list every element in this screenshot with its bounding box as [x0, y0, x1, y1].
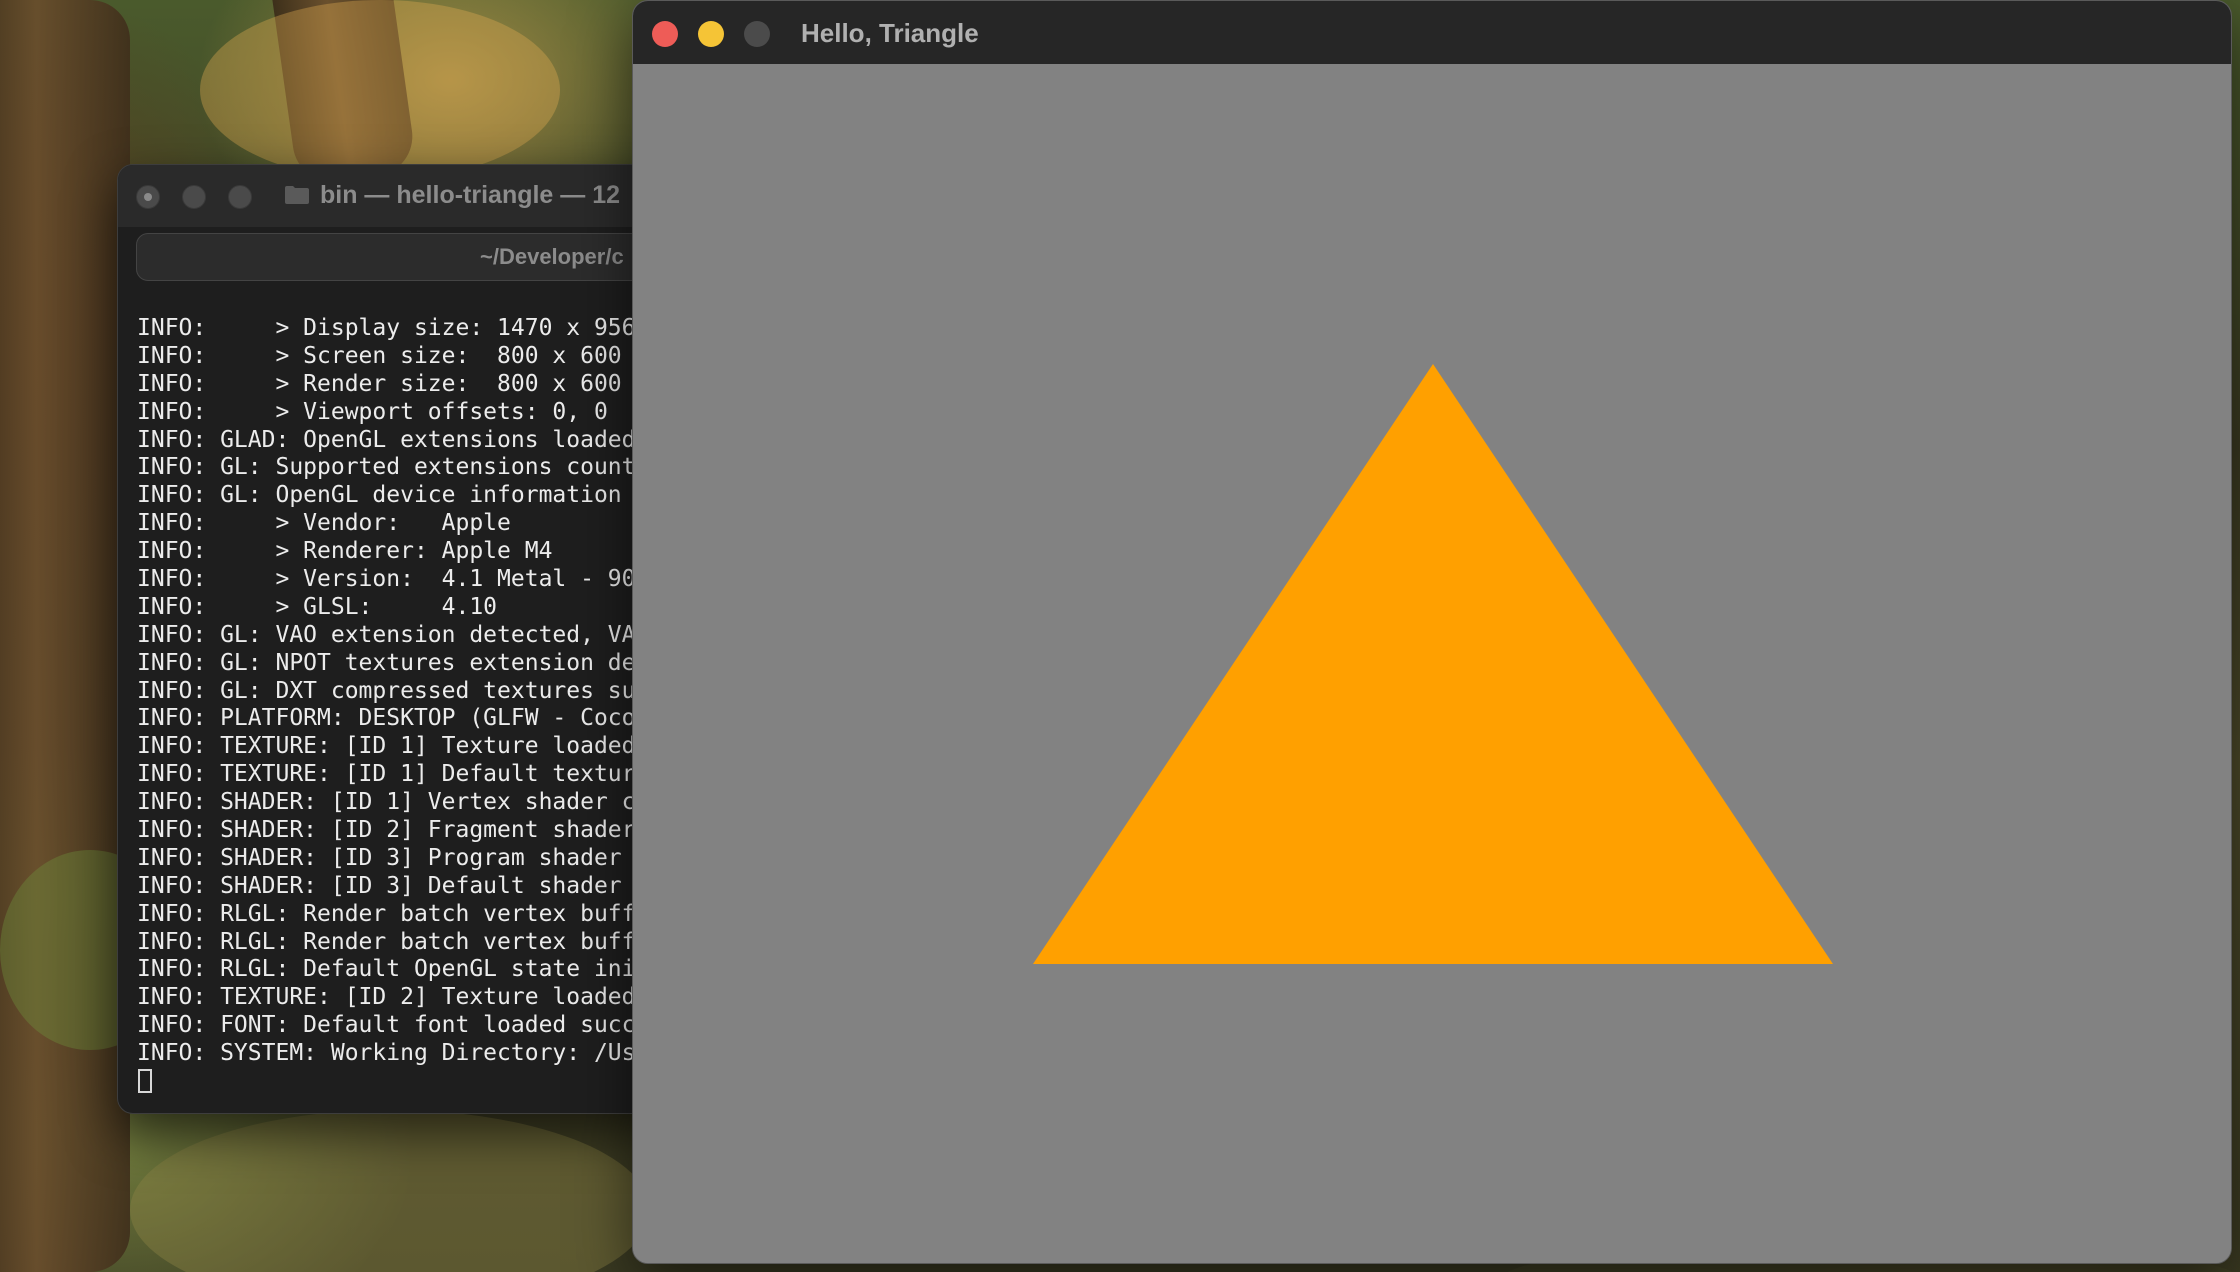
- terminal-log-line: INFO: > Vendor: Apple: [137, 510, 511, 537]
- gl-window-minimize-button[interactable]: [698, 21, 724, 47]
- gl-window-title: Hello, Triangle: [801, 18, 979, 48]
- terminal-title: bin — hello-triangle — 12: [320, 181, 621, 209]
- terminal-log-line: INFO: > Render size: 800 x 600: [137, 370, 622, 397]
- terminal-log-line: INFO: SHADER: [ID 1] Vertex shader c: [137, 789, 636, 816]
- hello-triangle-window[interactable]: Hello, Triangle: [632, 0, 2232, 1264]
- gl-window-titlebar[interactable]: Hello, Triangle: [633, 1, 2231, 64]
- wallpaper-tree-trunk: [0, 0, 130, 1272]
- terminal-cursor: [138, 1069, 152, 1093]
- terminal-log-line: INFO: > Screen size: 800 x 600: [137, 342, 622, 369]
- terminal-zoom-button[interactable]: [228, 185, 252, 209]
- terminal-path-text: ~/Developer/c: [480, 244, 624, 269]
- gl-window-close-button[interactable]: [652, 21, 678, 47]
- orange-triangle: [1033, 364, 1833, 964]
- terminal-titlebar[interactable]: bin — hello-triangle — 12: [118, 165, 678, 227]
- terminal-log-line: INFO: GL: DXT compressed textures su: [137, 677, 636, 704]
- terminal-log-line: INFO: GL: NPOT textures extension de: [137, 649, 636, 676]
- triangle-render: [1033, 364, 1833, 964]
- folder-icon: [285, 186, 309, 204]
- terminal-log-line: INFO: TEXTURE: [ID 1] Default textur: [137, 761, 636, 788]
- wallpaper-sunlit-foliage: [200, 0, 560, 180]
- terminal-log-line: INFO: RLGL: Render batch vertex buff: [137, 928, 636, 955]
- terminal-path-bar[interactable]: ~/Developer/c: [136, 233, 678, 281]
- terminal-log-line: INFO: GL: OpenGL device information: [137, 482, 622, 509]
- terminal-log-line: INFO: PLATFORM: DESKTOP (GLFW - Coco: [137, 705, 636, 732]
- terminal-log-line: INFO: > Renderer: Apple M4: [137, 538, 553, 565]
- terminal-log-line: INFO: GL: VAO extension detected, VA: [137, 621, 636, 648]
- gl-render-canvas[interactable]: [633, 64, 2231, 1263]
- terminal-log-line: INFO: RLGL: Default OpenGL state ini: [137, 956, 636, 983]
- terminal-log-line: INFO: TEXTURE: [ID 1] Texture loaded: [137, 733, 636, 760]
- terminal-log-line: INFO: SHADER: [ID 2] Fragment shader: [137, 817, 636, 844]
- terminal-log-line: INFO: > Display size: 1470 x 956: [137, 315, 636, 341]
- terminal-window[interactable]: bin — hello-triangle — 12 ~/Developer/c …: [117, 164, 679, 1114]
- terminal-log-line: INFO: GL: Supported extensions count: [137, 454, 636, 481]
- terminal-log-line: INFO: SYSTEM: Working Directory: /Us: [137, 1040, 636, 1067]
- gl-window-zoom-button[interactable]: [744, 21, 770, 47]
- terminal-log-line: INFO: SHADER: [ID 3] Default shader: [137, 872, 622, 899]
- wallpaper-ground-flowers: [130, 1110, 650, 1272]
- terminal-log-line: INFO: FONT: Default font loaded succ: [137, 1012, 636, 1039]
- terminal-log-line: INFO: RLGL: Render batch vertex buff: [137, 900, 636, 927]
- terminal-log-line: INFO: > Viewport offsets: 0, 0: [137, 398, 608, 425]
- terminal-log-line: INFO: SHADER: [ID 3] Program shader: [137, 844, 622, 871]
- terminal-close-button[interactable]: [136, 185, 160, 209]
- terminal-log-line: INFO: TEXTURE: [ID 2] Texture loaded: [137, 984, 636, 1011]
- terminal-minimize-button[interactable]: [182, 185, 206, 209]
- terminal-log-line: INFO: GLAD: OpenGL extensions loaded: [137, 426, 636, 453]
- terminal-output[interactable]: INFO: > Display size: 1470 x 956 INFO: > …: [137, 315, 636, 1068]
- terminal-log-line: INFO: > Version: 4.1 Metal - 90: [137, 566, 636, 593]
- terminal-log-line: INFO: > GLSL: 4.10: [137, 593, 498, 620]
